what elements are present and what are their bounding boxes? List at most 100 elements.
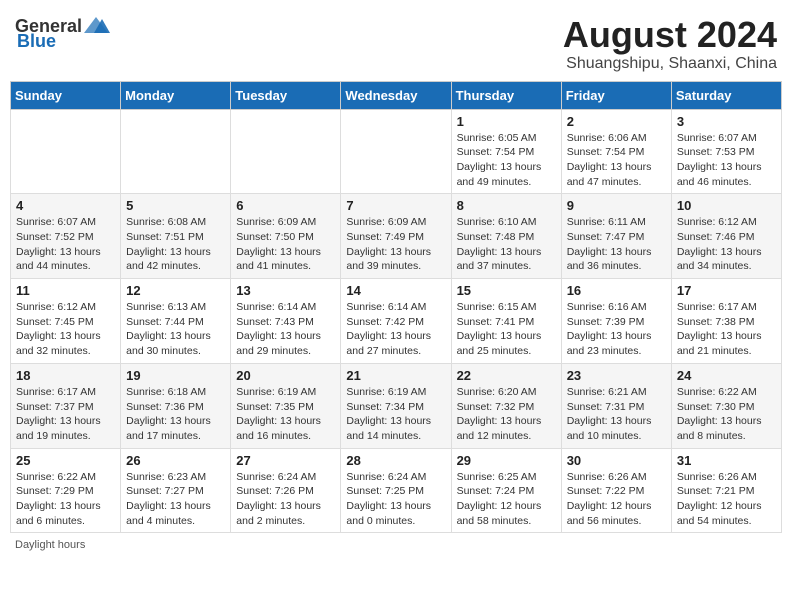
day-info: Sunrise: 6:07 AM Sunset: 7:53 PM Dayligh…	[677, 131, 776, 190]
day-info: Sunrise: 6:06 AM Sunset: 7:54 PM Dayligh…	[567, 131, 666, 190]
calendar-cell: 5 Sunrise: 6:08 AM Sunset: 7:51 PM Daylig…	[121, 194, 231, 279]
day-number: 8	[457, 198, 556, 213]
day-info: Sunrise: 6:18 AM Sunset: 7:36 PM Dayligh…	[126, 385, 225, 444]
day-number: 12	[126, 283, 225, 298]
calendar-cell: 19 Sunrise: 6:18 AM Sunset: 7:36 PM Dayli…	[121, 363, 231, 448]
calendar-week-row: 25 Sunrise: 6:22 AM Sunset: 7:29 PM Dayli…	[11, 448, 782, 533]
calendar-cell: 31Sunrise: 6:26 AM Sunset: 7:21 PM Dayli…	[671, 448, 781, 533]
calendar-cell	[121, 109, 231, 194]
day-info: Sunrise: 6:23 AM Sunset: 7:27 PM Dayligh…	[126, 470, 225, 529]
calendar-day-header: Friday	[561, 81, 671, 109]
calendar-day-header: Saturday	[671, 81, 781, 109]
calendar-cell: 10Sunrise: 6:12 AM Sunset: 7:46 PM Dayli…	[671, 194, 781, 279]
calendar-cell: 17 Sunrise: 6:17 AM Sunset: 7:38 PM Dayli…	[671, 279, 781, 364]
calendar-header-row: SundayMondayTuesdayWednesdayThursdayFrid…	[11, 81, 782, 109]
day-number: 28	[346, 453, 445, 468]
day-number: 16	[567, 283, 666, 298]
calendar-cell: 2 Sunrise: 6:06 AM Sunset: 7:54 PM Daylig…	[561, 109, 671, 194]
calendar-cell: 8 Sunrise: 6:10 AM Sunset: 7:48 PM Daylig…	[451, 194, 561, 279]
day-number: 23	[567, 368, 666, 383]
calendar-cell: 25 Sunrise: 6:22 AM Sunset: 7:29 PM Dayli…	[11, 448, 121, 533]
calendar-cell: 1 Sunrise: 6:05 AM Sunset: 7:54 PM Daylig…	[451, 109, 561, 194]
day-info: Sunrise: 6:09 AM Sunset: 7:50 PM Dayligh…	[236, 215, 335, 274]
day-info: Sunrise: 6:14 AM Sunset: 7:42 PM Dayligh…	[346, 300, 445, 359]
calendar-cell	[341, 109, 451, 194]
logo: General Blue	[15, 15, 110, 52]
day-info: Sunrise: 6:26 AM Sunset: 7:21 PM Dayligh…	[677, 470, 776, 529]
day-number: 7	[346, 198, 445, 213]
calendar-day-header: Wednesday	[341, 81, 451, 109]
calendar-cell: 11Sunrise: 6:12 AM Sunset: 7:45 PM Dayli…	[11, 279, 121, 364]
title-area: August 2024 Shuangshipu, Shaanxi, China	[563, 15, 777, 73]
day-number: 3	[677, 114, 776, 129]
day-number: 17	[677, 283, 776, 298]
day-info: Sunrise: 6:25 AM Sunset: 7:24 PM Dayligh…	[457, 470, 556, 529]
calendar-cell: 29Sunrise: 6:25 AM Sunset: 7:24 PM Dayli…	[451, 448, 561, 533]
day-number: 5	[126, 198, 225, 213]
calendar-cell	[11, 109, 121, 194]
day-info: Sunrise: 6:12 AM Sunset: 7:45 PM Dayligh…	[16, 300, 115, 359]
day-info: Sunrise: 6:11 AM Sunset: 7:47 PM Dayligh…	[567, 215, 666, 274]
calendar-day-header: Sunday	[11, 81, 121, 109]
calendar-cell: 21 Sunrise: 6:19 AM Sunset: 7:34 PM Dayli…	[341, 363, 451, 448]
calendar-cell: 3 Sunrise: 6:07 AM Sunset: 7:53 PM Daylig…	[671, 109, 781, 194]
day-number: 2	[567, 114, 666, 129]
calendar-cell: 27 Sunrise: 6:24 AM Sunset: 7:26 PM Dayli…	[231, 448, 341, 533]
calendar-cell: 16 Sunrise: 6:16 AM Sunset: 7:39 PM Dayli…	[561, 279, 671, 364]
calendar-day-header: Tuesday	[231, 81, 341, 109]
logo-blue-text: Blue	[17, 31, 56, 52]
day-info: Sunrise: 6:12 AM Sunset: 7:46 PM Dayligh…	[677, 215, 776, 274]
calendar-week-row: 1 Sunrise: 6:05 AM Sunset: 7:54 PM Daylig…	[11, 109, 782, 194]
day-number: 30	[567, 453, 666, 468]
calendar-cell: 15 Sunrise: 6:15 AM Sunset: 7:41 PM Dayli…	[451, 279, 561, 364]
day-info: Sunrise: 6:24 AM Sunset: 7:25 PM Dayligh…	[346, 470, 445, 529]
day-info: Sunrise: 6:05 AM Sunset: 7:54 PM Dayligh…	[457, 131, 556, 190]
calendar-cell: 14 Sunrise: 6:14 AM Sunset: 7:42 PM Dayli…	[341, 279, 451, 364]
header: General Blue August 2024 Shuangshipu, Sh…	[10, 10, 782, 73]
day-info: Sunrise: 6:14 AM Sunset: 7:43 PM Dayligh…	[236, 300, 335, 359]
calendar-cell	[231, 109, 341, 194]
calendar-cell: 6 Sunrise: 6:09 AM Sunset: 7:50 PM Daylig…	[231, 194, 341, 279]
calendar-cell: 26 Sunrise: 6:23 AM Sunset: 7:27 PM Dayli…	[121, 448, 231, 533]
day-number: 4	[16, 198, 115, 213]
day-info: Sunrise: 6:15 AM Sunset: 7:41 PM Dayligh…	[457, 300, 556, 359]
day-number: 24	[677, 368, 776, 383]
day-number: 27	[236, 453, 335, 468]
calendar-cell: 20 Sunrise: 6:19 AM Sunset: 7:35 PM Dayli…	[231, 363, 341, 448]
day-info: Sunrise: 6:24 AM Sunset: 7:26 PM Dayligh…	[236, 470, 335, 529]
calendar-cell: 13 Sunrise: 6:14 AM Sunset: 7:43 PM Dayli…	[231, 279, 341, 364]
calendar-cell: 22Sunrise: 6:20 AM Sunset: 7:32 PM Dayli…	[451, 363, 561, 448]
calendar-cell: 12Sunrise: 6:13 AM Sunset: 7:44 PM Dayli…	[121, 279, 231, 364]
day-info: Sunrise: 6:19 AM Sunset: 7:34 PM Dayligh…	[346, 385, 445, 444]
calendar-cell: 9Sunrise: 6:11 AM Sunset: 7:47 PM Daylig…	[561, 194, 671, 279]
day-number: 21	[346, 368, 445, 383]
day-info: Sunrise: 6:16 AM Sunset: 7:39 PM Dayligh…	[567, 300, 666, 359]
day-number: 1	[457, 114, 556, 129]
calendar-cell: 28 Sunrise: 6:24 AM Sunset: 7:25 PM Dayli…	[341, 448, 451, 533]
month-title: August 2024	[563, 15, 777, 55]
day-number: 13	[236, 283, 335, 298]
day-info: Sunrise: 6:17 AM Sunset: 7:38 PM Dayligh…	[677, 300, 776, 359]
day-number: 6	[236, 198, 335, 213]
day-number: 18	[16, 368, 115, 383]
day-number: 14	[346, 283, 445, 298]
day-number: 20	[236, 368, 335, 383]
day-number: 22	[457, 368, 556, 383]
day-number: 25	[16, 453, 115, 468]
day-number: 19	[126, 368, 225, 383]
day-info: Sunrise: 6:10 AM Sunset: 7:48 PM Dayligh…	[457, 215, 556, 274]
day-info: Sunrise: 6:08 AM Sunset: 7:51 PM Dayligh…	[126, 215, 225, 274]
calendar-week-row: 4 Sunrise: 6:07 AM Sunset: 7:52 PM Daylig…	[11, 194, 782, 279]
calendar-cell: 24Sunrise: 6:22 AM Sunset: 7:30 PM Dayli…	[671, 363, 781, 448]
calendar-cell: 7Sunrise: 6:09 AM Sunset: 7:49 PM Daylig…	[341, 194, 451, 279]
day-info: Sunrise: 6:07 AM Sunset: 7:52 PM Dayligh…	[16, 215, 115, 274]
day-info: Sunrise: 6:19 AM Sunset: 7:35 PM Dayligh…	[236, 385, 335, 444]
day-info: Sunrise: 6:22 AM Sunset: 7:29 PM Dayligh…	[16, 470, 115, 529]
day-number: 15	[457, 283, 556, 298]
day-info: Sunrise: 6:26 AM Sunset: 7:22 PM Dayligh…	[567, 470, 666, 529]
calendar-cell: 23 Sunrise: 6:21 AM Sunset: 7:31 PM Dayli…	[561, 363, 671, 448]
day-info: Sunrise: 6:21 AM Sunset: 7:31 PM Dayligh…	[567, 385, 666, 444]
day-number: 26	[126, 453, 225, 468]
calendar-cell: 30 Sunrise: 6:26 AM Sunset: 7:22 PM Dayli…	[561, 448, 671, 533]
calendar-cell: 4 Sunrise: 6:07 AM Sunset: 7:52 PM Daylig…	[11, 194, 121, 279]
